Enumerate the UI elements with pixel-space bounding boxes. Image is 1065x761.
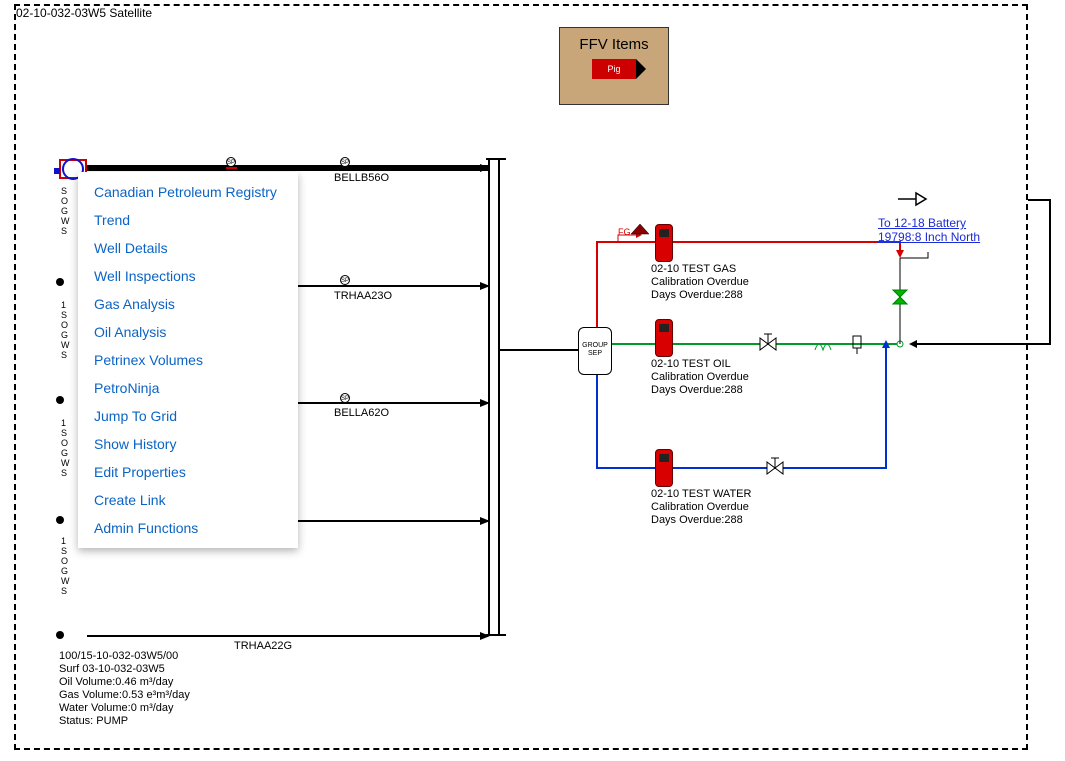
label: Days Overdue:288	[651, 514, 751, 527]
link-line: 19798:8 Inch North	[878, 230, 980, 244]
menu-item-petrinex[interactable]: Petrinex Volumes	[78, 346, 298, 374]
meter-label-trhaa23o: TRHAA23O	[334, 290, 392, 302]
menu-item-jump-grid[interactable]: Jump To Grid	[78, 402, 298, 430]
sp-badge: SP	[340, 275, 350, 285]
sp-badge: SP	[226, 157, 236, 167]
fg-branch-label: FG	[618, 227, 631, 237]
menu-item-trend[interactable]: Trend	[78, 206, 298, 234]
menu-item-well-insp[interactable]: Well Inspections	[78, 262, 298, 290]
label: 02-10 TEST WATER	[651, 488, 751, 501]
menu-item-gas-analysis[interactable]: Gas Analysis	[78, 290, 298, 318]
menu-item-create-link[interactable]: Create Link	[78, 486, 298, 514]
ffv-title: FFV Items	[560, 36, 668, 53]
well-gas-vol: Gas Volume:0.53 e³m³/day	[59, 689, 190, 702]
well-surf: Surf 03-10-032-03W5	[59, 663, 190, 676]
device-water-labels: 02-10 TEST WATER Calibration Overdue Day…	[651, 488, 751, 527]
device-gas-labels: 02-10 TEST GAS Calibration Overdue Days …	[651, 263, 749, 302]
device-water[interactable]	[655, 449, 673, 487]
flow-header	[488, 158, 500, 636]
well-oil-vol: Oil Volume:0.46 m³/day	[59, 676, 190, 689]
device-gas[interactable]	[655, 224, 673, 262]
label: Calibration Overdue	[651, 371, 749, 384]
label: Days Overdue:288	[651, 289, 749, 302]
well-water-vol: Water Volume:0 m³/day	[59, 702, 190, 715]
well-status: Status: PUMP	[59, 715, 190, 728]
left-tag-1: 1 S O G W S	[61, 300, 70, 360]
meter-label-bellb56o: BELLB56O	[334, 172, 389, 184]
well-info-block: 100/15-10-032-03W5/00 Surf 03-10-032-03W…	[59, 650, 190, 728]
label: 02-10 TEST OIL	[651, 358, 749, 371]
well-uwi: 100/15-10-032-03W5/00	[59, 650, 190, 663]
menu-item-oil-analysis[interactable]: Oil Analysis	[78, 318, 298, 346]
label: Calibration Overdue	[651, 501, 751, 514]
label: Calibration Overdue	[651, 276, 749, 289]
menu-item-admin[interactable]: Admin Functions	[78, 514, 298, 542]
sp-badge: SP	[340, 157, 350, 167]
menu-item-cpr[interactable]: Canadian Petroleum Registry	[78, 178, 298, 206]
frame-title: 02-10-032-03W5 Satellite	[16, 6, 152, 20]
sp-badge: SP	[340, 393, 350, 403]
ffv-items-box[interactable]: FFV Items Pig	[559, 27, 669, 105]
meter-label-trhaa22g: TRHAA22G	[234, 640, 292, 652]
meter-label-bella62o: BELLA62O	[334, 407, 389, 419]
label: 02-10 TEST GAS	[651, 263, 749, 276]
ffv-pig-badge: Pig	[592, 59, 636, 79]
device-oil-labels: 02-10 TEST OIL Calibration Overdue Days …	[651, 358, 749, 397]
device-oil[interactable]	[655, 319, 673, 357]
left-tag-2: 1 S O G W S	[61, 418, 70, 478]
menu-item-well-details[interactable]: Well Details	[78, 234, 298, 262]
left-tag-0: S O G W S	[61, 186, 70, 236]
battery-link[interactable]: To 12-18 Battery 19798:8 Inch North	[878, 216, 980, 244]
menu-item-show-history[interactable]: Show History	[78, 430, 298, 458]
link-line: To 12-18 Battery	[878, 216, 980, 230]
left-tag-3: 1 S O G W S	[61, 536, 70, 596]
context-menu: Canadian Petroleum Registry Trend Well D…	[78, 172, 298, 548]
group-separator[interactable]: GROUP SEP	[578, 327, 612, 375]
menu-item-petroninja[interactable]: PetroNinja	[78, 374, 298, 402]
menu-item-edit-props[interactable]: Edit Properties	[78, 458, 298, 486]
label: Days Overdue:288	[651, 384, 749, 397]
